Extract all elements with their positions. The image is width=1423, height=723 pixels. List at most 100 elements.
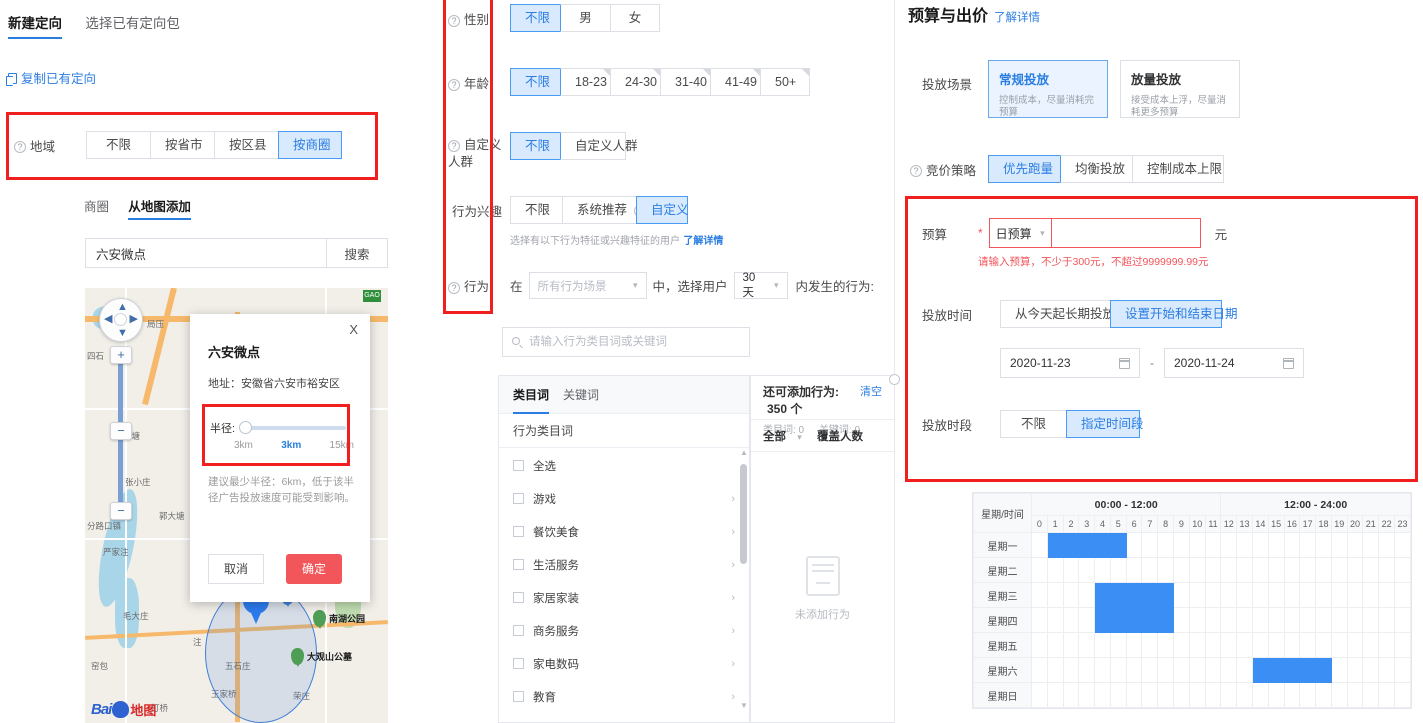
grid-cell[interactable] [1284,533,1300,558]
grid-cell[interactable] [1047,558,1063,583]
scroll-up-icon[interactable]: ▲ [740,448,748,457]
grid-cell[interactable] [1268,658,1284,683]
help-icon[interactable]: ? [910,165,922,177]
budget-amount-input[interactable] [1051,218,1201,248]
grid-cell[interactable] [1284,633,1300,658]
behavior-window-select[interactable]: 30天 ▾ [734,272,788,299]
grid-cell[interactable] [1237,533,1253,558]
grid-cell[interactable] [1331,658,1347,683]
grid-cell[interactable] [1268,558,1284,583]
grid-cell[interactable] [1110,608,1126,633]
grid-cell[interactable] [1095,583,1111,608]
grid-cell[interactable] [1047,633,1063,658]
grid-cell[interactable] [1300,533,1316,558]
grid-cell[interactable] [1347,608,1363,633]
grid-cell[interactable] [1126,658,1142,683]
budget-type-select[interactable]: 日预算 ▾ [989,218,1051,248]
interest-option-custom[interactable]: 自定义 [636,196,688,224]
grid-cell[interactable] [1174,533,1190,558]
grid-cell[interactable] [1174,558,1190,583]
grid-cell[interactable] [1252,658,1268,683]
grid-cell[interactable] [1363,608,1379,633]
scene-card-accelerated[interactable]: 放量投放 接受成本上浮，尽量消耗更多预算 [1120,60,1240,118]
page-title-link[interactable]: 了解详情 [994,12,1040,24]
region-option-unlimited[interactable]: 不限 [86,131,150,159]
age-option-24-30[interactable]: 24-30 [610,68,660,96]
grid-cell[interactable] [1079,683,1095,708]
grid-cell[interactable] [1189,583,1205,608]
grid-cell[interactable] [1189,683,1205,708]
grid-cell[interactable] [1079,533,1095,558]
grid-cell[interactable] [1110,683,1126,708]
grid-cell[interactable] [1205,633,1221,658]
grid-cell[interactable] [1032,558,1048,583]
grid-cell[interactable] [1316,558,1332,583]
bid-option-cost-cap[interactable]: 控制成本上限 [1132,155,1224,183]
grid-cell[interactable] [1221,583,1237,608]
grid-cell[interactable] [1189,633,1205,658]
grid-cell[interactable] [1063,633,1079,658]
grid-cell[interactable] [1079,633,1095,658]
map-zoom-out-button[interactable]: − [110,502,132,520]
grid-cell[interactable] [1316,533,1332,558]
grid-cell[interactable] [1079,608,1095,633]
tab-business-district[interactable]: 商圈 [84,196,109,220]
grid-cell[interactable] [1110,658,1126,683]
grid-cell[interactable] [1205,533,1221,558]
grid-cell[interactable] [1316,608,1332,633]
grid-cell[interactable] [1300,633,1316,658]
grid-cell[interactable] [1221,658,1237,683]
delivery-slot-option-specified[interactable]: 指定时间段 [1066,410,1140,438]
grid-cell[interactable] [1032,683,1048,708]
region-option-province-city[interactable]: 按省市 [150,131,214,159]
confirm-button[interactable]: 确定 [286,554,342,584]
grid-cell[interactable] [1142,533,1158,558]
grid-cell[interactable] [1363,558,1379,583]
grid-cell[interactable] [1379,558,1395,583]
grid-cell[interactable] [1221,533,1237,558]
grid-cell[interactable] [1189,658,1205,683]
delivery-slot-option-unlimited[interactable]: 不限 [1000,410,1066,438]
copy-existing-targeting-link[interactable]: 复制已有定向 [8,68,96,87]
grid-cell[interactable] [1316,583,1332,608]
grid-cell[interactable] [1379,608,1395,633]
grid-cell[interactable] [1284,658,1300,683]
grid-cell[interactable] [1379,658,1395,683]
grid-cell[interactable] [1095,533,1111,558]
checkbox[interactable] [513,592,524,603]
age-option-31-40[interactable]: 31-40 [660,68,710,96]
grid-cell[interactable] [1237,558,1253,583]
grid-cell[interactable] [1063,608,1079,633]
grid-cell[interactable] [1316,633,1332,658]
help-icon[interactable]: ? [14,141,26,153]
gender-option-male[interactable]: 男 [560,4,610,32]
bid-option-priority-volume[interactable]: 优先跑量 [988,155,1060,183]
grid-cell[interactable] [1158,583,1174,608]
tab-keywords[interactable]: 关键词 [563,377,599,413]
grid-cell[interactable] [1110,558,1126,583]
grid-cell[interactable] [1347,683,1363,708]
age-option-18-23[interactable]: 18-23 [560,68,610,96]
scroll-down-icon[interactable]: ▼ [740,701,748,710]
grid-cell[interactable] [1379,583,1395,608]
age-option-50-plus[interactable]: 50+ [760,68,810,96]
tab-add-from-map[interactable]: 从地图添加 [128,196,191,220]
panel-divider[interactable] [894,0,895,723]
grid-cell[interactable] [1284,608,1300,633]
grid-cell[interactable] [1394,558,1410,583]
grid-cell[interactable] [1284,583,1300,608]
grid-cell[interactable] [1221,608,1237,633]
chevron-right-icon[interactable]: › [731,559,735,571]
grid-cell[interactable] [1047,658,1063,683]
grid-cell[interactable] [1063,583,1079,608]
grid-cell[interactable] [1095,658,1111,683]
grid-cell[interactable] [1347,583,1363,608]
grid-cell[interactable] [1237,583,1253,608]
grid-cell[interactable] [1032,633,1048,658]
checkbox[interactable] [513,493,524,504]
grid-cell[interactable] [1300,558,1316,583]
grid-cell[interactable] [1252,533,1268,558]
grid-cell[interactable] [1189,608,1205,633]
grid-cell[interactable] [1331,583,1347,608]
grid-cell[interactable] [1221,558,1237,583]
